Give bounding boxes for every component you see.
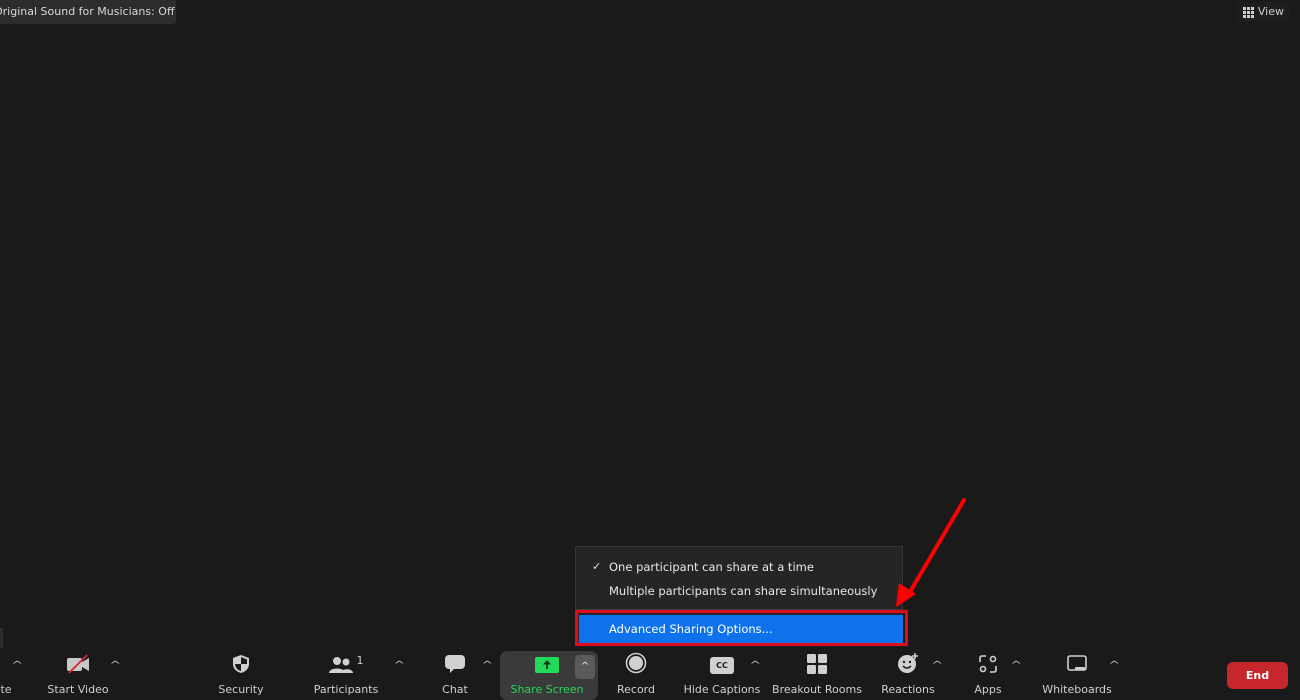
audio-options-caret[interactable]: ^ xyxy=(11,660,23,671)
share-options-caret-button[interactable]: ^ xyxy=(575,655,595,679)
view-label: View xyxy=(1257,5,1284,18)
menu-item-label: Multiple participants can share simultan… xyxy=(609,584,878,598)
menu-item-one-participant[interactable]: ✓ One participant can share at a time xyxy=(576,556,902,578)
share-screen-icon xyxy=(535,648,559,676)
security-button[interactable]: Security xyxy=(212,648,270,700)
participants-label: Participants xyxy=(313,683,379,696)
grid-icon xyxy=(1242,6,1254,18)
menu-item-label: Advanced Sharing Options... xyxy=(609,622,773,636)
mute-button[interactable]: te xyxy=(0,648,14,700)
menu-item-multiple-participants[interactable]: Multiple participants can share simultan… xyxy=(576,580,902,602)
chat-label: Chat xyxy=(442,683,468,696)
menu-item-label: One participant can share at a time xyxy=(609,560,814,574)
view-button[interactable]: View xyxy=(1236,2,1290,22)
start-video-button[interactable]: Start Video xyxy=(44,648,112,700)
participants-options-caret[interactable]: ^ xyxy=(393,660,405,671)
menu-item-advanced-sharing-options[interactable]: Advanced Sharing Options... xyxy=(579,615,903,643)
meeting-toolbar: te ^ Start Video ^ Security 1 Participan… xyxy=(0,648,1300,700)
shield-icon xyxy=(232,648,250,676)
start-video-label: Start Video xyxy=(47,683,109,696)
meeting-window: Original Sound for Musicians: Off View ✓… xyxy=(0,0,1300,700)
security-label: Security xyxy=(218,683,264,696)
participants-count: 1 xyxy=(356,654,364,667)
chat-options-caret[interactable]: ^ xyxy=(481,660,493,671)
end-meeting-button[interactable]: End xyxy=(1227,662,1288,689)
chat-button[interactable]: Chat xyxy=(438,648,472,700)
side-panel-edge xyxy=(0,628,3,650)
video-options-caret[interactable]: ^ xyxy=(109,660,121,671)
share-screen-label: Share Screen xyxy=(510,683,584,696)
video-off-icon xyxy=(65,648,91,676)
menu-divider xyxy=(576,609,902,610)
mute-label: te xyxy=(0,683,12,696)
chat-bubble-icon xyxy=(444,648,466,676)
share-options-menu: ✓ One participant can share at a time Mu… xyxy=(575,546,903,646)
participants-icon: 1 xyxy=(328,648,364,676)
original-sound-banner[interactable]: Original Sound for Musicians: Off xyxy=(0,0,176,24)
participants-button[interactable]: 1 Participants xyxy=(312,648,380,700)
check-icon: ✓ xyxy=(592,560,602,573)
